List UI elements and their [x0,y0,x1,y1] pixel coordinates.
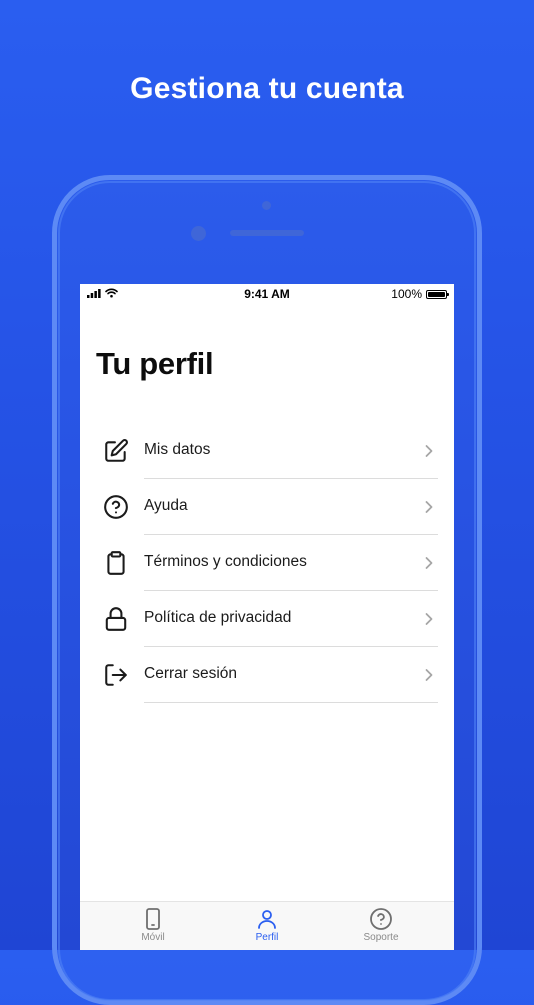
device-camera [191,226,206,241]
tab-bar: Móvil Perfil Soporte [80,901,454,950]
divider [144,702,438,703]
menu-item-label: Mis datos [144,441,211,458]
menu-item-label: Ayuda [144,497,188,514]
menu-item-privacidad[interactable]: Política de privacidad [80,591,454,647]
chevron-right-icon [425,669,433,681]
device-sensor [262,201,271,210]
device-speaker [230,230,304,236]
tab-perfil[interactable]: Perfil [205,907,329,943]
menu-item-label: Términos y condiciones [144,553,307,570]
phone-icon [146,908,160,930]
lock-icon [105,607,127,631]
menu-item-mis-datos[interactable]: Mis datos [80,423,454,479]
menu-item-terminos[interactable]: Términos y condiciones [80,535,454,591]
promo-headline: Gestiona tu cuenta [130,72,404,105]
status-right: 100% [391,287,449,301]
clipboard-icon [107,551,125,575]
page-title: Tu perfil [96,346,214,381]
tab-label: Soporte [363,932,399,943]
tab-label: Perfil [255,932,279,943]
menu-item-ayuda[interactable]: Ayuda [80,479,454,535]
battery-icon [426,289,449,299]
chevron-right-icon [425,613,433,625]
menu-item-label: Cerrar sesión [144,665,238,682]
help-circle-icon [104,495,128,519]
status-bar: 9:41 AM 100% [80,284,454,304]
logout-icon [105,664,127,686]
chevron-right-icon [425,501,433,513]
battery-percentage: 100% [391,287,422,301]
chevron-right-icon [425,445,433,457]
edit-icon [105,439,128,462]
tab-movil[interactable]: Móvil [91,907,215,943]
chevron-right-icon [425,557,433,569]
profile-menu: Mis datos Ayuda Términos y condiciones P… [80,423,454,703]
menu-item-label: Política de privacidad [144,609,292,626]
help-circle-icon [370,908,392,930]
tab-soporte[interactable]: Soporte [319,907,443,943]
app-screen: 9:41 AM 100% Tu perfil Mis datos Ayuda T… [80,284,454,950]
tab-label: Móvil [141,932,165,943]
user-icon [258,910,276,929]
menu-item-cerrar-sesion[interactable]: Cerrar sesión [80,647,454,703]
